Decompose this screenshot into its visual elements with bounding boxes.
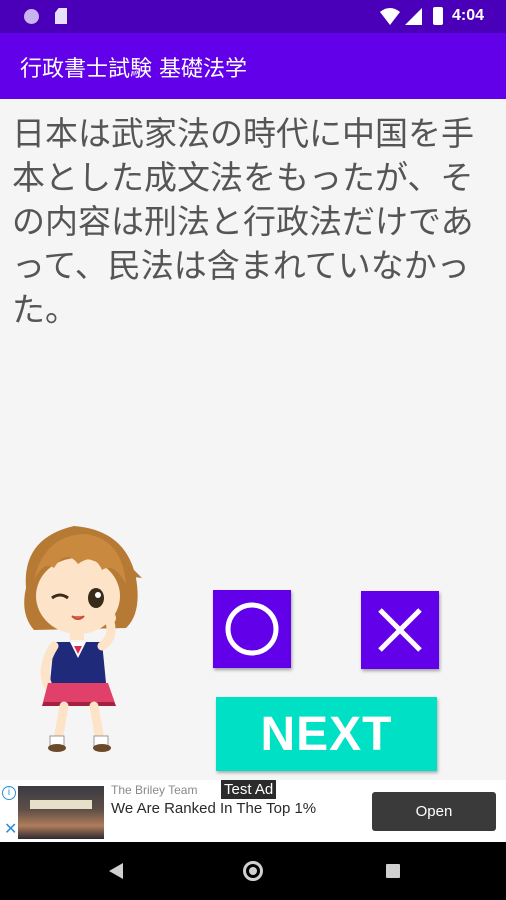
ad-banner[interactable]: i ✕ The Briley Team Test Ad We Are Ranke… [0, 780, 506, 842]
navigation-bar [0, 842, 506, 900]
ad-close-icon[interactable]: ✕ [4, 822, 17, 838]
ad-image[interactable] [18, 786, 104, 839]
wifi-icon [380, 8, 400, 25]
home-icon[interactable] [243, 861, 263, 881]
ad-headline[interactable]: We Are Ranked In The Top 1% [111, 800, 321, 818]
app-bar: 行政書士試験 基礎法学 [0, 33, 506, 99]
batsu-button[interactable] [361, 591, 439, 669]
battery-icon [433, 7, 443, 25]
sd-card-icon [55, 8, 67, 24]
question-text: 日本は武家法の時代に中国を手本とした成文法をもったが、その内容は刑法と行政法だけ… [12, 114, 474, 329]
circle-icon [225, 602, 279, 656]
maru-button[interactable] [213, 590, 291, 668]
status-time: 4:04 [452, 7, 485, 24]
signal-icon [405, 8, 422, 25]
ad-info-icon[interactable]: i [2, 786, 16, 800]
ad-open-button[interactable]: Open [372, 792, 496, 831]
test-ad-badge: Test Ad [221, 780, 277, 799]
notification-dot-icon [24, 9, 39, 24]
next-button[interactable]: NEXT [216, 697, 437, 771]
cross-icon [378, 608, 422, 652]
app-title: 行政書士試験 基礎法学 [20, 57, 247, 82]
back-icon[interactable] [107, 862, 125, 880]
status-bar: 4:04 [0, 0, 506, 33]
ad-advertiser: The Briley Team [111, 783, 198, 797]
character-illustration [24, 526, 142, 752]
recents-icon[interactable] [386, 864, 400, 878]
